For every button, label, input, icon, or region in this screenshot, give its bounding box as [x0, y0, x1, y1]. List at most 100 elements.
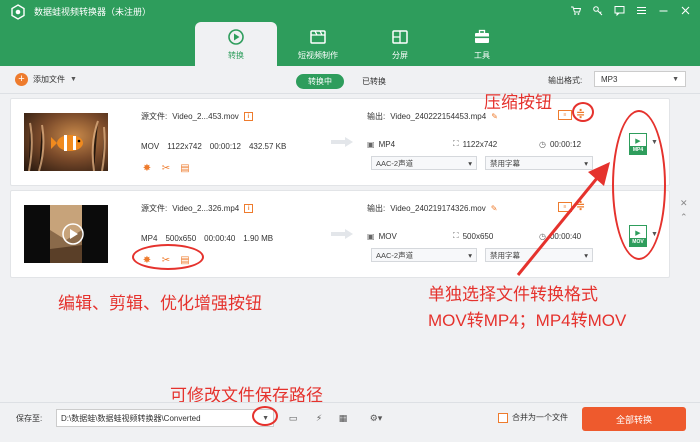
menu-icon[interactable] [634, 3, 648, 17]
tab-convert[interactable]: 转换 [195, 22, 277, 66]
annotation-circle-path [252, 406, 278, 426]
output-format: MP4 [378, 139, 396, 149]
source-name: Video_2...326.mp4 [172, 204, 240, 213]
convert-icon [228, 28, 244, 45]
merge-option[interactable]: 合并为一个文件 [498, 412, 568, 423]
video-file-icon: ▣ [367, 231, 375, 241]
output-format-value: MP3 [601, 74, 618, 84]
tab-tools-label: 工具 [474, 50, 490, 60]
video-thumbnail[interactable] [24, 205, 108, 263]
enhance-icon[interactable]: ✸ [141, 162, 153, 174]
add-icon: + [15, 73, 28, 86]
toolbar: + 添加文件 ▼ 转换中 已转换 输出格式: MP3 ▼ [0, 66, 700, 94]
save-to-label: 保存至: [16, 414, 43, 423]
output-duration: 00:00:12 [549, 139, 582, 149]
chevron-down-icon[interactable]: ▼ [70, 76, 77, 83]
gpu-icon[interactable]: ▦ [336, 411, 350, 425]
rename-icon[interactable]: ✎ [491, 204, 498, 213]
output-resolution: 1122x742 [462, 139, 498, 149]
annotation-format-line1: 单独选择文件转换格式 [428, 285, 598, 304]
split-screen-icon [392, 29, 408, 44]
resolution-icon: ⛶ [453, 139, 459, 148]
compress-icon[interactable]: ≡ [558, 110, 572, 120]
output-format-select[interactable]: MP3 ▼ [594, 71, 686, 87]
app-header: 数据蛙视频转换器（未注册） 转换 短视频制作 分屏 工具 [0, 0, 700, 66]
source-file-name: 源文件: Video_2...326.mp4 i [141, 203, 254, 214]
output-file-name: 输出: Video_240219174326.mov ✎ [367, 203, 497, 214]
source-size: 432.57 KB [248, 142, 287, 151]
output-label: 输出: [367, 112, 386, 121]
tab-split-screen-label: 分屏 [392, 50, 408, 60]
chevron-down-icon: ▾ [468, 158, 472, 168]
tab-split-screen[interactable]: 分屏 [359, 22, 441, 66]
chevron-down-icon: ▾ [468, 250, 472, 260]
clock-icon: ◷ [539, 139, 546, 149]
add-file-label: 添加文件 [33, 75, 65, 84]
tab-tools[interactable]: 工具 [441, 22, 523, 66]
add-file-button[interactable]: + 添加文件 ▼ [15, 73, 77, 86]
source-duration: 00:00:12 [209, 142, 241, 151]
key-icon[interactable] [590, 3, 604, 17]
save-path-value: D:\数据蛙\数据蛙视频转换器\Converted [61, 413, 201, 423]
output-resolution: 500x650 [462, 231, 494, 241]
close-icon[interactable] [678, 3, 692, 17]
cut-icon[interactable]: ✂ [160, 162, 172, 174]
annotation-edit: 编辑、剪辑、优化增强按钮 [58, 294, 262, 313]
arrow-right-icon [331, 229, 353, 239]
window-controls [568, 3, 692, 17]
video-file-icon: ▣ [367, 139, 375, 149]
annotation-circle-edit [132, 244, 204, 270]
video-edit-icon [310, 29, 326, 44]
source-format: MOV [141, 142, 160, 151]
edit-icon[interactable]: ▤ [179, 162, 191, 174]
tab-converted[interactable]: 已转换 [350, 74, 398, 89]
annotation-compress: 压缩按钮 [484, 93, 552, 112]
video-thumbnail[interactable] [24, 113, 108, 171]
merge-checkbox[interactable] [498, 412, 508, 423]
source-file-name: 源文件: Video_2...453.mov i [141, 111, 253, 122]
rename-icon[interactable]: ✎ [491, 112, 498, 121]
source-meta: MP4 500x650 00:00:40 1.90 MB [141, 234, 273, 243]
source-resolution: 500x650 [165, 234, 197, 243]
conversion-status-tabs: 转换中 已转换 [296, 74, 398, 89]
source-resolution: 1122x742 [167, 142, 202, 151]
chevron-down-icon: ▼ [672, 75, 679, 83]
annotation-circle-compress [572, 102, 594, 122]
toolbox-icon [475, 29, 489, 43]
annotation-circle-format [612, 110, 666, 260]
source-label: 源文件: [141, 204, 168, 213]
annotation-format-line2: MOV转MP4；MP4转MOV [428, 311, 627, 330]
output-label: 输出: [367, 204, 386, 213]
output-meta: ▣ MP4 ⛶ 1122x742 ◷ 00:00:12 [367, 139, 581, 149]
chevron-up-icon[interactable]: ⌃ [680, 212, 688, 223]
audio-track-select[interactable]: AAC-2声道 ▾ [371, 248, 477, 262]
audio-track-value: AAC-2声道 [376, 250, 414, 260]
source-size: 1.90 MB [243, 234, 274, 243]
merge-label: 合并为一个文件 [512, 413, 568, 422]
hardware-accel-icon[interactable]: ⚡ [312, 411, 326, 425]
info-icon[interactable]: i [244, 204, 254, 213]
output-name: Video_240219174326.mov [390, 204, 486, 213]
info-icon[interactable]: i [243, 112, 253, 121]
folder-icon[interactable]: ▭ [286, 411, 300, 425]
main-tabs: 转换 短视频制作 分屏 工具 [195, 22, 523, 66]
close-icon[interactable]: ✕ [680, 198, 688, 209]
tab-converting[interactable]: 转换中 [296, 74, 344, 89]
source-meta: MOV 1122x742 00:00:12 432.57 KB [141, 142, 286, 151]
feedback-icon[interactable] [612, 3, 626, 17]
convert-all-button[interactable]: 全部转换 [582, 407, 686, 431]
source-label: 源文件: [141, 112, 168, 121]
save-path-field[interactable]: D:\数据蛙\数据蛙视频转换器\Converted ▼ [56, 409, 274, 427]
annotation-arrow [516, 162, 610, 276]
output-file-name: 输出: Video_240222154453.mp4 ✎ [367, 111, 498, 122]
audio-track-select[interactable]: AAC-2声道 ▾ [371, 156, 477, 170]
minimize-icon[interactable] [656, 3, 670, 17]
settings-icon[interactable]: ⚙▾ [364, 411, 388, 425]
tab-short-video-label: 短视频制作 [298, 50, 338, 60]
tab-short-video[interactable]: 短视频制作 [277, 22, 359, 66]
cart-icon[interactable] [568, 3, 582, 17]
output-format-label: 输出格式: [548, 76, 583, 85]
bottom-bar: 保存至: D:\数据蛙\数据蛙视频转换器\Converted ▼ ▭ ⚡ ▦ ⚙… [0, 402, 700, 442]
source-duration: 00:00:40 [204, 234, 236, 243]
output-format: MOV [378, 231, 397, 241]
